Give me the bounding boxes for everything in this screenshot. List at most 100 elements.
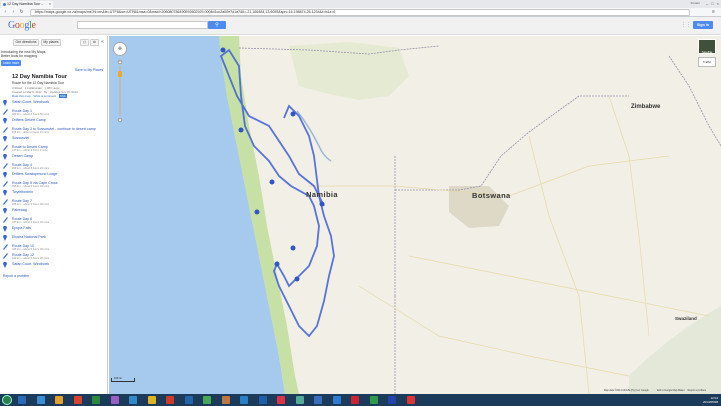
maps-search-input[interactable] xyxy=(77,21,208,29)
line-icon xyxy=(3,199,8,205)
sign-in-button[interactable]: Sign in xyxy=(693,21,713,29)
map-base xyxy=(109,36,721,394)
list-item[interactable]: Safari Court, Windhoek xyxy=(0,99,107,109)
taskbar-app-icon[interactable] xyxy=(221,396,230,404)
marker-icon[interactable] xyxy=(254,209,260,215)
list-item-title[interactable]: Drifters Desert Camp xyxy=(12,118,46,122)
taskbar-app-icon[interactable] xyxy=(277,396,285,404)
apps-grid-icon[interactable]: ⋮⋮ xyxy=(681,23,691,28)
taskbar-app-icon[interactable] xyxy=(388,396,396,404)
taskbar-app-icon[interactable] xyxy=(110,396,119,404)
list-item-title[interactable]: Palmwag xyxy=(12,208,27,212)
address-bar[interactable]: https://maps.google.co.za/maps/ms?hl=en&… xyxy=(30,9,690,16)
list-item[interactable]: Route Day 3 to Sossusvlei - continue to … xyxy=(0,127,107,136)
taskbar-app-icon[interactable] xyxy=(55,396,63,404)
taskbar-app-icon[interactable] xyxy=(369,396,378,404)
close-window-icon[interactable]: × xyxy=(717,1,719,7)
taskbar-app-icon[interactable] xyxy=(18,396,26,404)
taskbar-app-icon[interactable] xyxy=(314,396,322,404)
taskbar-app-icon[interactable] xyxy=(129,396,137,404)
maximize-icon[interactable]: □ xyxy=(711,1,713,7)
report-problem-link[interactable]: Report a problem xyxy=(3,274,29,278)
list-item[interactable]: Route Day 7 165 km – about 2 hours 49 min… xyxy=(0,199,107,208)
learn-more-button[interactable]: Learn more xyxy=(1,60,21,66)
list-item-title[interactable]: Sossusvlei xyxy=(12,136,29,140)
collapse-panel-icon[interactable]: « xyxy=(101,40,104,45)
marker-icon[interactable] xyxy=(238,127,244,133)
zoom-out-button[interactable]: − xyxy=(118,118,122,122)
browser-menu-icon[interactable]: ≡ xyxy=(710,9,717,16)
get-directions-button[interactable]: Get directions xyxy=(13,39,39,46)
taskbar-app-icon[interactable] xyxy=(258,396,267,404)
map-report-link[interactable]: Report a problem xyxy=(688,389,706,392)
list-item[interactable]: Drifters Desert Camp xyxy=(0,117,107,127)
taskbar-app-icon[interactable] xyxy=(184,396,193,404)
list-item[interactable]: Safari Court, Windhoek xyxy=(0,261,107,271)
list-item-title[interactable]: Twyfelfontein xyxy=(12,190,33,194)
taskbar-app-icon[interactable] xyxy=(73,396,82,404)
list-item-title[interactable]: Drifters Swakopmund Lodge xyxy=(12,172,57,176)
my-places-button[interactable]: My places xyxy=(41,39,61,46)
taskbar-app-icon[interactable] xyxy=(351,396,359,404)
list-item-title[interactable]: Epupa Falls xyxy=(12,226,31,230)
google-logo[interactable]: Google xyxy=(8,20,36,31)
reload-icon[interactable]: ↻ xyxy=(18,9,25,16)
list-item[interactable]: Route Day 4 299 km – about 4 hours 24 min… xyxy=(0,163,107,172)
list-item[interactable]: Route Day 8 347 km – about 4 hours 15 min… xyxy=(0,217,107,226)
forward-icon[interactable]: › xyxy=(10,9,17,16)
list-item[interactable]: Epupa Falls xyxy=(0,225,107,235)
traffic-layer-button[interactable]: Traffic xyxy=(698,57,716,67)
marker-icon[interactable] xyxy=(319,201,325,207)
minimize-icon[interactable]: – xyxy=(706,1,708,7)
list-item[interactable]: Sossusvlei xyxy=(0,135,107,145)
list-item-title[interactable]: Safari Court, Windhoek xyxy=(12,100,49,104)
map-maker-link[interactable]: Edit in Google Map Maker xyxy=(657,389,685,392)
save-to-my-places-link[interactable]: Save to My Places xyxy=(75,68,103,72)
list-item[interactable]: Etosha National Park xyxy=(0,234,107,244)
marker-icon[interactable] xyxy=(269,179,275,185)
marker-icon[interactable] xyxy=(294,276,300,282)
list-item-title[interactable]: Safari Court, Windhoek xyxy=(12,262,49,266)
list-item[interactable]: Route Day 5 via Cape Cross 395 km – about… xyxy=(0,181,107,190)
list-item[interactable]: Route Day 1 380 km – about 4 hours 52 min… xyxy=(0,109,107,118)
search-button[interactable]: ⚲ xyxy=(208,21,226,29)
taskbar-app-icon[interactable] xyxy=(36,396,45,404)
write-comment-link[interactable]: Write a comment xyxy=(34,94,57,98)
taskbar-app-icon[interactable] xyxy=(295,396,304,404)
list-item[interactable]: Twyfelfontein xyxy=(0,189,107,199)
taskbar-app-icon[interactable] xyxy=(240,396,248,404)
list-item[interactable]: Route Day 12 429 km – about 5 hours 20 mi… xyxy=(0,253,107,262)
taskbar-app-icon[interactable] xyxy=(147,396,156,404)
back-icon[interactable]: ‹ xyxy=(2,9,9,16)
taskbar-app-icon[interactable] xyxy=(92,396,100,404)
zoom-in-button[interactable]: + xyxy=(118,60,122,64)
map-canvas[interactable]: Namibia Botswana Zimbabwe Swaziland ✥ + … xyxy=(109,36,721,394)
list-item[interactable]: Desert Camp xyxy=(0,153,107,163)
marker-icon[interactable] xyxy=(220,47,226,53)
list-item[interactable]: Route to Desert Camp 127 km – about 2 hou… xyxy=(0,145,107,154)
start-button[interactable] xyxy=(2,395,12,405)
browser-tab[interactable]: 12 Day Namibia Tour - × xyxy=(1,1,53,8)
pan-control-icon[interactable]: ✥ xyxy=(113,42,127,56)
link-icon[interactable]: ⧉ xyxy=(90,39,99,46)
tab-close-icon[interactable]: × xyxy=(49,1,51,8)
marker-icon[interactable] xyxy=(274,261,280,267)
list-item-title[interactable]: Desert Camp xyxy=(12,154,33,158)
account-label[interactable]: Kirsten xyxy=(691,1,700,7)
system-clock[interactable]: 12:04 2014/05/08 xyxy=(703,396,718,404)
list-item[interactable]: Palmwag xyxy=(0,207,107,217)
list-item[interactable]: Route Day 10 425 km – about 5 hours 46 mi… xyxy=(0,244,107,253)
list-item-title[interactable]: Etosha National Park xyxy=(12,235,46,239)
street-view-pegman-icon[interactable] xyxy=(118,71,122,77)
list-item[interactable]: Drifters Swakopmund Lodge xyxy=(0,171,107,181)
taskbar-app-icon[interactable] xyxy=(406,396,415,404)
taskbar-app-icon[interactable] xyxy=(203,396,211,404)
satellite-layer-button[interactable]: Satellite xyxy=(698,39,716,54)
taskbar-app-icon[interactable] xyxy=(166,396,174,404)
taskbar-app-icon[interactable] xyxy=(332,396,341,404)
marker-icon[interactable] xyxy=(290,111,296,117)
rate-map-link[interactable]: Rate this map xyxy=(12,94,31,98)
kml-link[interactable]: KML xyxy=(59,94,68,98)
marker-icon[interactable] xyxy=(290,245,296,251)
print-icon[interactable]: ⎙ xyxy=(80,39,89,46)
